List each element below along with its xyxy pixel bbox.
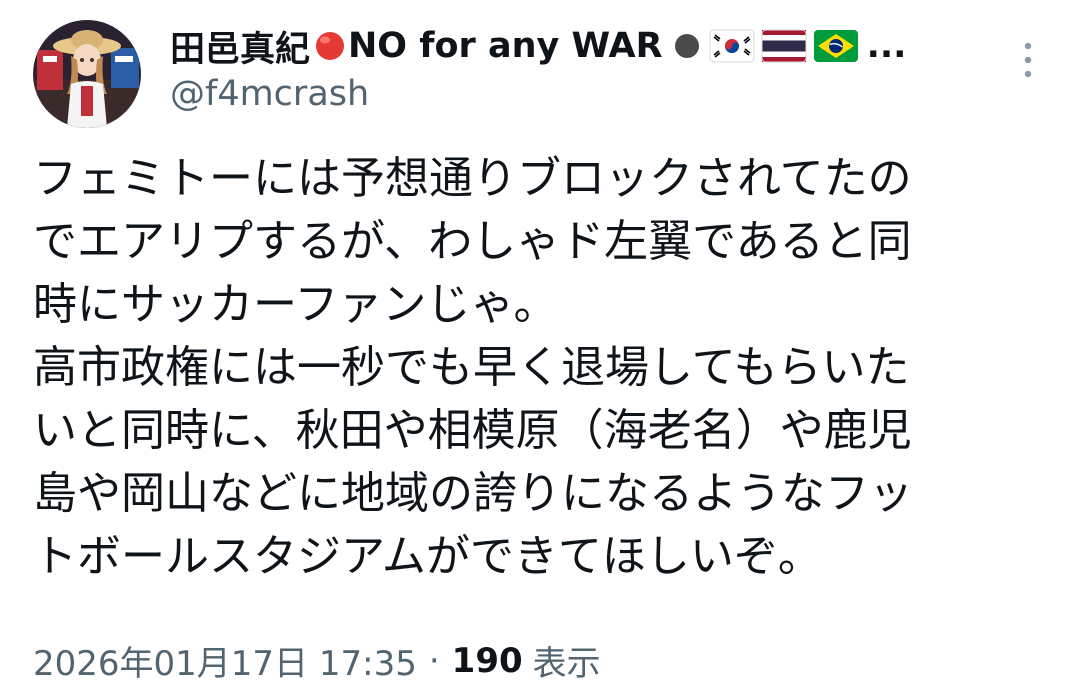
tweet-timestamp[interactable]: 2026年01月17日 17:35 (33, 636, 417, 685)
display-name-suffix[interactable]: NO for any WAR (348, 26, 663, 66)
red-circle-icon (316, 32, 345, 60)
south-korea-flag-icon (709, 29, 755, 63)
more-options-button[interactable] (1014, 40, 1042, 80)
name-truncation-ellipsis: ... (866, 26, 907, 66)
tweet-text: フェミトーには予想通りブロックされてたの でエアリプするが、わしゃド左翼であると… (33, 153, 913, 582)
view-count: 190 (451, 640, 523, 681)
display-name[interactable]: 田邑真紀 (170, 21, 310, 72)
avatar[interactable] (33, 20, 141, 128)
avatar-image (33, 20, 141, 128)
more-vertical-icon (1024, 42, 1032, 78)
view-label: 表示 (532, 644, 601, 684)
thailand-flag-icon (761, 29, 807, 63)
black-circle-icon (674, 34, 699, 58)
brazil-flag-icon (813, 30, 858, 62)
tweet-meta: 2026年01月17日 17:35 · 190 表示 (33, 636, 601, 685)
display-name-row[interactable]: 田邑真紀 NO for any WAR ... (170, 22, 906, 70)
user-handle[interactable]: @f4mcrash (170, 74, 369, 114)
meta-separator: · (428, 640, 440, 681)
